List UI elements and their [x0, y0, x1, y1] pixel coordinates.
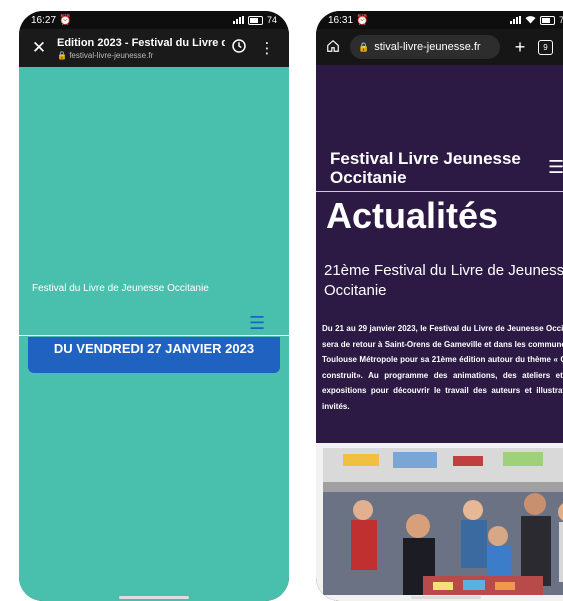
address-bar[interactable]: 🔒 stival-livre-jeunesse.fr: [350, 35, 500, 59]
alarm-icon: ⏰: [59, 14, 72, 26]
battery-level: 7: [558, 15, 563, 25]
alarm-icon: ⏰: [356, 14, 369, 26]
site-title[interactable]: Festival du Livre de Jeunesse Occitanie: [32, 283, 209, 294]
article-body: Du 21 au 29 janvier 2023, le Festival du…: [322, 324, 563, 411]
signal-icon: [232, 16, 244, 24]
tab-switcher-icon[interactable]: 9: [538, 39, 553, 55]
site-page: Festival du Livre de Jeunesse Occitanie …: [19, 67, 289, 601]
status-bar: 16:27 ⏰ 74: [19, 11, 289, 29]
status-bar: 16:31 ⏰ 7: [316, 11, 563, 29]
custom-tab-titles: Edition 2023 - Festival du Livre de 🔒 fe…: [57, 37, 225, 60]
page-heading: Actualités: [326, 195, 499, 236]
signal-icon: [509, 16, 521, 24]
article-photo-frame: [316, 443, 563, 601]
festival-photo[interactable]: [323, 448, 563, 595]
wifi-icon: [525, 15, 536, 26]
photo-illustration: [323, 448, 563, 595]
phone-left: 16:27 ⏰ 74 ✕ Edition 2023 - Festival du …: [19, 11, 289, 601]
more-options-icon[interactable]: ⋮: [253, 39, 281, 57]
header-divider: [19, 335, 289, 336]
header-divider: [316, 191, 563, 192]
article-title[interactable]: 21ème Festival du Livre de Jeunesse Occi…: [324, 261, 563, 301]
clock: 16:27: [31, 14, 57, 26]
battery-icon: [247, 15, 263, 25]
clock: 16:31: [328, 14, 354, 26]
address-text: stival-livre-jeunesse.fr: [374, 41, 481, 53]
lock-icon: 🔒: [57, 50, 67, 60]
lock-icon: 🔒: [358, 41, 370, 52]
battery-level: 74: [266, 15, 277, 25]
date-banner: DU VENDREDI 27 JANVIER 2023: [28, 337, 280, 373]
phone-right: 16:31 ⏰ 7 🔒 stival-livre-jeunesse.fr + 9…: [316, 11, 563, 601]
custom-tab-toolbar: ✕ Edition 2023 - Festival du Livre de 🔒 …: [19, 29, 289, 67]
battery-icon: [539, 15, 555, 25]
history-icon[interactable]: [225, 37, 253, 59]
home-icon[interactable]: [322, 39, 344, 56]
hamburger-menu-icon[interactable]: ☰: [548, 157, 563, 178]
close-icon[interactable]: ✕: [27, 38, 51, 58]
page-url: festival-livre-jeunesse.fr: [69, 50, 154, 60]
site-page: Festival Livre Jeunesse Occitanie ☰ Actu…: [316, 65, 563, 601]
site-title[interactable]: Festival Livre Jeunesse Occitanie: [330, 149, 530, 187]
new-tab-icon[interactable]: +: [510, 37, 530, 58]
hamburger-menu-icon[interactable]: ☰: [249, 313, 265, 334]
page-title: Edition 2023 - Festival du Livre de: [57, 36, 225, 49]
browser-toolbar: 🔒 stival-livre-jeunesse.fr + 9: [316, 29, 563, 65]
